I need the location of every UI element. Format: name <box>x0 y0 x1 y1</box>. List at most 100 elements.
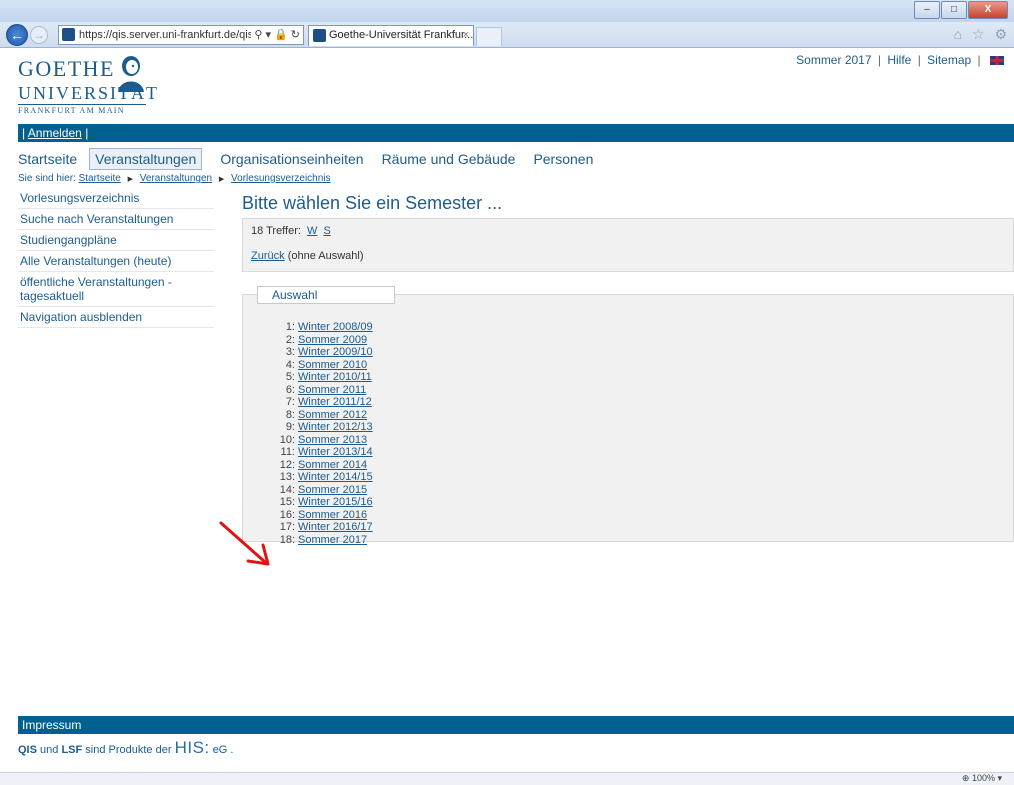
semester-link[interactable]: Winter 2011/12 <box>298 396 372 408</box>
browser-tab[interactable]: Goethe-Universität Frankfur... × <box>308 25 474 46</box>
nav-personen[interactable]: Personen <box>533 151 593 167</box>
semester-number: 6: <box>285 383 295 396</box>
semester-link[interactable]: Winter 2014/15 <box>298 471 373 483</box>
semester-link[interactable]: Winter 2008/09 <box>298 321 373 333</box>
semester-link[interactable]: Winter 2015/16 <box>298 496 373 508</box>
semester-link[interactable]: Sommer 2011 <box>298 384 366 396</box>
nav-veranstaltungen[interactable]: Veranstaltungen <box>89 148 203 170</box>
semester-link[interactable]: Winter 2010/11 <box>298 371 372 383</box>
breadcrumb-startseite[interactable]: Startseite <box>79 173 121 184</box>
close-window-button[interactable]: X <box>968 1 1008 19</box>
semester-number: 11: <box>280 446 295 458</box>
semester-list: 1: Winter 2008/09 2: Sommer 2009 3: Winter 20… <box>269 321 373 546</box>
semester-link[interactable]: Sommer 2016 <box>298 509 367 521</box>
login-link[interactable]: Anmelden <box>28 126 82 140</box>
toolbar-icons[interactable]: ⌂ ☆ ⚙ <box>954 26 1010 43</box>
separator: | <box>22 126 26 140</box>
semester-row: 16: Sommer 2016 <box>269 509 373 522</box>
back-link[interactable]: Zurück <box>251 250 285 262</box>
main-navigation: Startseite Veranstaltungen Organisations… <box>18 146 611 172</box>
tab-title: Goethe-Universität Frankfur... <box>329 29 474 41</box>
semester-link[interactable]: Sommer 2015 <box>298 484 367 496</box>
top-links: Sommer 2017 | Hilfe | Sitemap | <box>796 53 1004 67</box>
separator: | <box>85 126 89 140</box>
sidebar-item-vorlesungsverzeichnis[interactable]: Vorlesungsverzeichnis <box>18 188 214 209</box>
impressum-link[interactable]: Impressum <box>22 718 81 732</box>
footer-eg: eG . <box>212 744 234 756</box>
semester-link[interactable]: Sommer 2009 <box>298 334 367 346</box>
breadcrumb-vorlesungsverzeichnis[interactable]: Vorlesungsverzeichnis <box>231 173 331 184</box>
his-logo[interactable]: HIS: <box>175 738 210 757</box>
separator: | <box>977 53 981 67</box>
sidebar-item-alle-heute[interactable]: Alle Veranstaltungen (heute) <box>18 251 214 272</box>
minimize-button[interactable]: – <box>914 1 940 19</box>
semester-link[interactable]: Sommer 2013 <box>298 434 367 446</box>
back-row: Zurück (ohne Auswahl) <box>251 250 1005 262</box>
semester-link[interactable]: Winter 2016/17 <box>298 521 373 533</box>
semester-row: 12: Sommer 2014 <box>269 459 373 472</box>
new-tab-button[interactable] <box>476 27 502 46</box>
semester-row: 3: Winter 2009/10 <box>269 346 373 359</box>
breadcrumb-veranstaltungen[interactable]: Veranstaltungen <box>140 173 212 184</box>
semester-row: 9: Winter 2012/13 <box>269 421 373 434</box>
help-link[interactable]: Hilfe <box>887 53 911 67</box>
semester-row: 5: Winter 2010/11 <box>269 371 373 384</box>
sidebar-item-suche[interactable]: Suche nach Veranstaltungen <box>18 209 214 230</box>
address-bar[interactable]: https://qis.server.uni-frankfurt.de/qiss… <box>58 25 304 45</box>
footer-credits: QIS und LSF sind Produkte der HIS: eG . <box>18 738 233 758</box>
sitemap-link[interactable]: Sitemap <box>927 53 971 67</box>
nav-raeume-gebaeude[interactable]: Räume und Gebäude <box>382 151 516 167</box>
semester-row: 10: Sommer 2013 <box>269 434 373 447</box>
back-arrow-icon[interactable]: ← <box>6 24 28 46</box>
semester-number: 10: <box>279 433 295 446</box>
page-title: Bitte wählen Sie ein Semester ... <box>242 193 503 213</box>
footer-bar: Impressum <box>18 716 1014 734</box>
site-favicon-icon <box>62 28 75 41</box>
filter-sommer-link[interactable]: S <box>323 225 330 237</box>
semester-number: 9: <box>285 421 295 433</box>
maximize-button[interactable]: □ <box>941 1 967 19</box>
main-content: Bitte wählen Sie ein Semester ... 18 Tre… <box>242 193 1014 546</box>
sidebar-item-oeffentliche[interactable]: öffentliche Veranstaltungen - tagesaktue… <box>18 272 214 307</box>
semester-link[interactable]: Winter 2012/13 <box>298 421 373 433</box>
nav-organisationseinheiten[interactable]: Organisationseinheiten <box>220 151 363 167</box>
semester-row: 11: Winter 2013/14 <box>269 446 373 459</box>
semester-link[interactable]: Sommer 2014 <box>298 459 367 471</box>
semester-link[interactable]: Sommer 2017 <box>298 534 367 546</box>
sidebar-item-navigation-ausblenden[interactable]: Navigation ausblenden <box>18 307 214 328</box>
footer-qis: QIS <box>18 744 37 756</box>
semester-row: 1: Winter 2008/09 <box>269 321 373 334</box>
address-actions-icon[interactable]: ⚲ ▾ 🔒 ↻ <box>251 26 300 44</box>
window-titlebar: – □ X <box>0 0 1014 22</box>
tab-close-icon[interactable]: × <box>463 26 469 45</box>
browser-statusbar: ⊕ 100% ▾ <box>0 772 1014 785</box>
breadcrumb-prefix: Sie sind hier: <box>18 173 76 184</box>
semester-row: 17: Winter 2016/17 <box>269 521 373 534</box>
semester-number: 4: <box>285 358 295 371</box>
separator: | <box>917 53 921 67</box>
filter-winter-link[interactable]: W <box>307 225 317 237</box>
goethe-university-logo[interactable]: GOETHE UNIVERSITÄT FRANKFURT AM MAIN <box>18 56 158 115</box>
semester-link[interactable]: Winter 2009/10 <box>298 346 373 358</box>
semester-number: 8: <box>285 408 295 421</box>
english-flag-icon[interactable] <box>990 56 1004 65</box>
address-url: https://qis.server.uni-frankfurt.de/qiss… <box>79 29 269 41</box>
semester-number: 5: <box>285 371 295 383</box>
side-navigation: Vorlesungsverzeichnis Suche nach Veranst… <box>18 188 214 328</box>
semester-number: 15: <box>279 496 295 508</box>
semester-link[interactable]: Sommer 2012 <box>298 409 367 421</box>
semester-row: 13: Winter 2014/15 <box>269 471 373 484</box>
current-semester-link[interactable]: Sommer 2017 <box>796 53 871 67</box>
zoom-control[interactable]: ⊕ 100% ▾ <box>962 773 1002 784</box>
result-info-box: 18 Treffer: W S Zurück (ohne Auswahl) <box>242 218 1014 272</box>
semester-row: 14: Sommer 2015 <box>269 484 373 497</box>
sidebar-item-studiengangplaene[interactable]: Studiengangpläne <box>18 230 214 251</box>
login-bar: | Anmelden | <box>18 124 1014 142</box>
semester-link[interactable]: Winter 2013/14 <box>298 446 373 458</box>
nav-startseite[interactable]: Startseite <box>18 151 77 167</box>
window-controls: – □ X <box>913 1 1008 19</box>
breadcrumb-arrow-icon: ▶ <box>127 176 134 183</box>
forward-arrow-icon[interactable]: → <box>30 26 48 44</box>
semester-link[interactable]: Sommer 2010 <box>298 359 367 371</box>
semester-row: 4: Sommer 2010 <box>269 359 373 372</box>
